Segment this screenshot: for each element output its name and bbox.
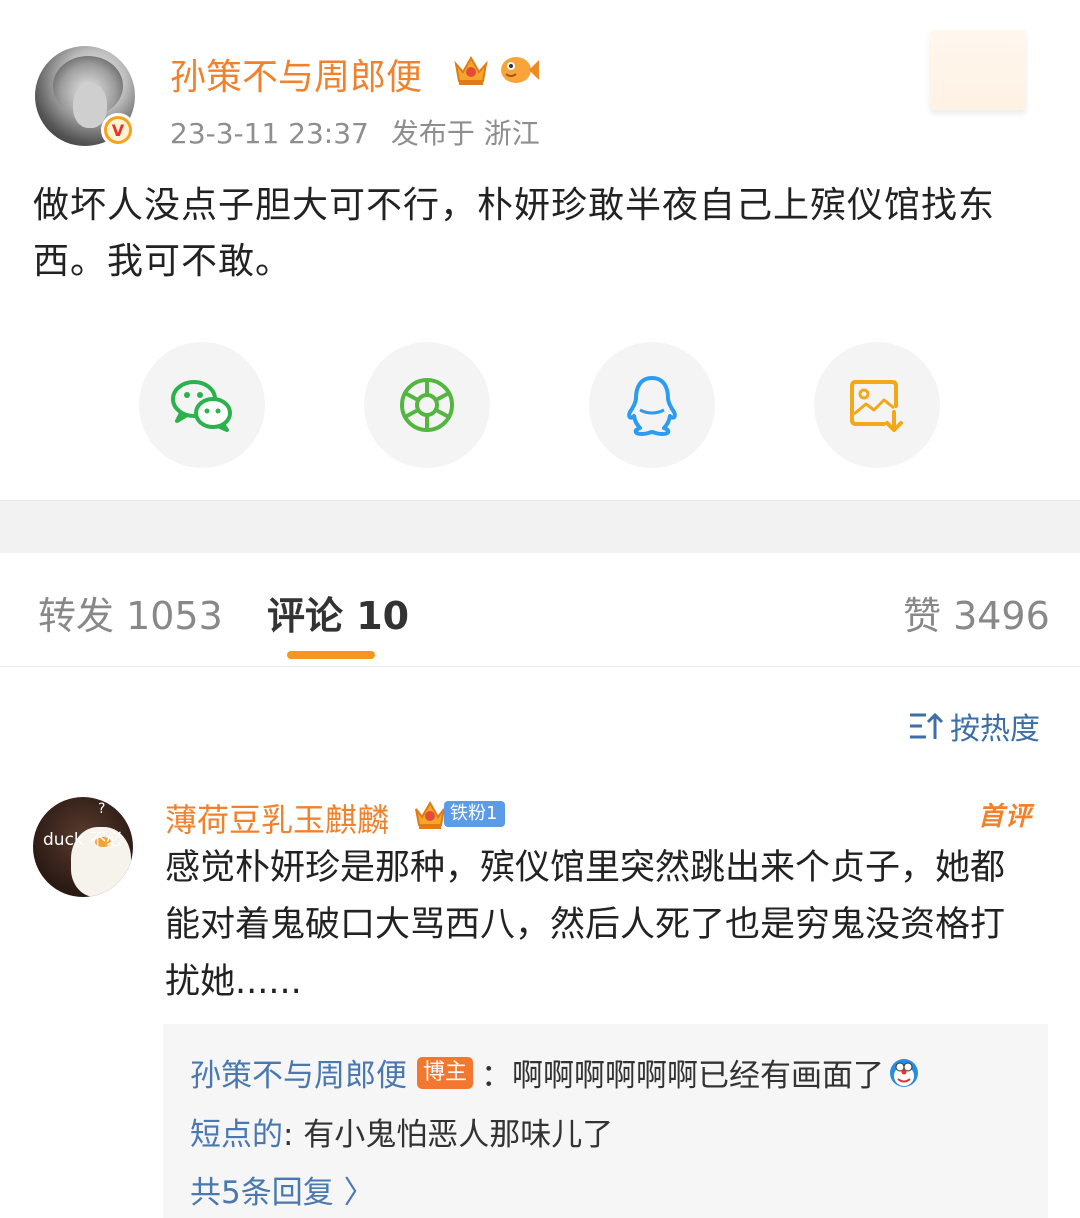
- wechat-icon: [171, 380, 232, 432]
- sort-icon: [910, 712, 944, 739]
- post-time: 23-3-11 23:37: [170, 117, 369, 150]
- post-meta: 23-3-11 23:37 发布于 浙江: [170, 112, 562, 152]
- post-text: 做坏人没点子胆大可不行，朴妍珍敢半夜自己上殡仪馆找东西。我可不敢。: [33, 185, 996, 282]
- post-location: 发布于 浙江: [390, 117, 540, 150]
- reply-text: : 有小鬼怕恶人那味儿了: [283, 1117, 614, 1153]
- crown-icon: [454, 55, 488, 85]
- tabs-divider: [0, 666, 1080, 667]
- reply-author[interactable]: 短点的: [190, 1109, 283, 1154]
- save-image-button[interactable]: [814, 342, 940, 468]
- crown-icon: [415, 800, 445, 829]
- reply-text: ：啊啊啊啊啊啊已经有画面了: [481, 1058, 885, 1094]
- blogger-badge: 博主: [417, 1056, 474, 1089]
- first-comment-badge: 首评: [978, 802, 1033, 832]
- verified-badge-icon: V: [101, 113, 135, 147]
- avatar-question-mark: ?: [98, 801, 106, 817]
- commenter-name[interactable]: 薄荷豆乳玉麒麟: [165, 795, 389, 841]
- commenter-avatar[interactable]: ? duck 不必: [33, 797, 133, 897]
- save-image-icon: [850, 380, 903, 432]
- avatar-text: duck 不必: [43, 830, 124, 850]
- qq-icon: [627, 376, 677, 436]
- post-author-name[interactable]: 孙策不与周郎便: [170, 48, 422, 100]
- fish-icon: [501, 57, 539, 83]
- sort-label: 按热度: [950, 712, 1040, 747]
- verified-mark: V: [107, 119, 129, 141]
- moments-icon: [400, 378, 454, 432]
- share-qq-button[interactable]: [589, 342, 715, 468]
- tab-comments[interactable]: 评论 10: [267, 585, 409, 640]
- reply-item[interactable]: 孙策不与周郎便 博主 ：啊啊啊啊啊啊已经有画面了: [190, 1050, 920, 1095]
- tab-active-indicator: [287, 651, 375, 659]
- section-gap: [0, 500, 1080, 553]
- reply-item[interactable]: 短点的 : 有小鬼怕恶人那味儿了: [190, 1109, 613, 1154]
- decoration-card: [930, 30, 1026, 110]
- more-replies-link[interactable]: 共5条回复 〉: [190, 1167, 375, 1212]
- doraemon-emoji-icon: [890, 1058, 919, 1087]
- tab-likes[interactable]: 赞 3496: [903, 585, 1050, 640]
- fan-level-badge: 铁粉1: [444, 801, 506, 827]
- sort-by-heat-button[interactable]: 按热度: [908, 704, 1040, 748]
- share-moments-button[interactable]: [364, 342, 490, 468]
- comment-text: 感觉朴妍珍是那种，殡仪馆里突然跳出来个贞子，她都能对着鬼破口大骂西八，然后人死了…: [165, 848, 1006, 1002]
- tab-reposts[interactable]: 转发 1053: [38, 585, 223, 640]
- reply-author[interactable]: 孙策不与周郎便: [190, 1050, 407, 1095]
- share-wechat-button[interactable]: [139, 342, 265, 468]
